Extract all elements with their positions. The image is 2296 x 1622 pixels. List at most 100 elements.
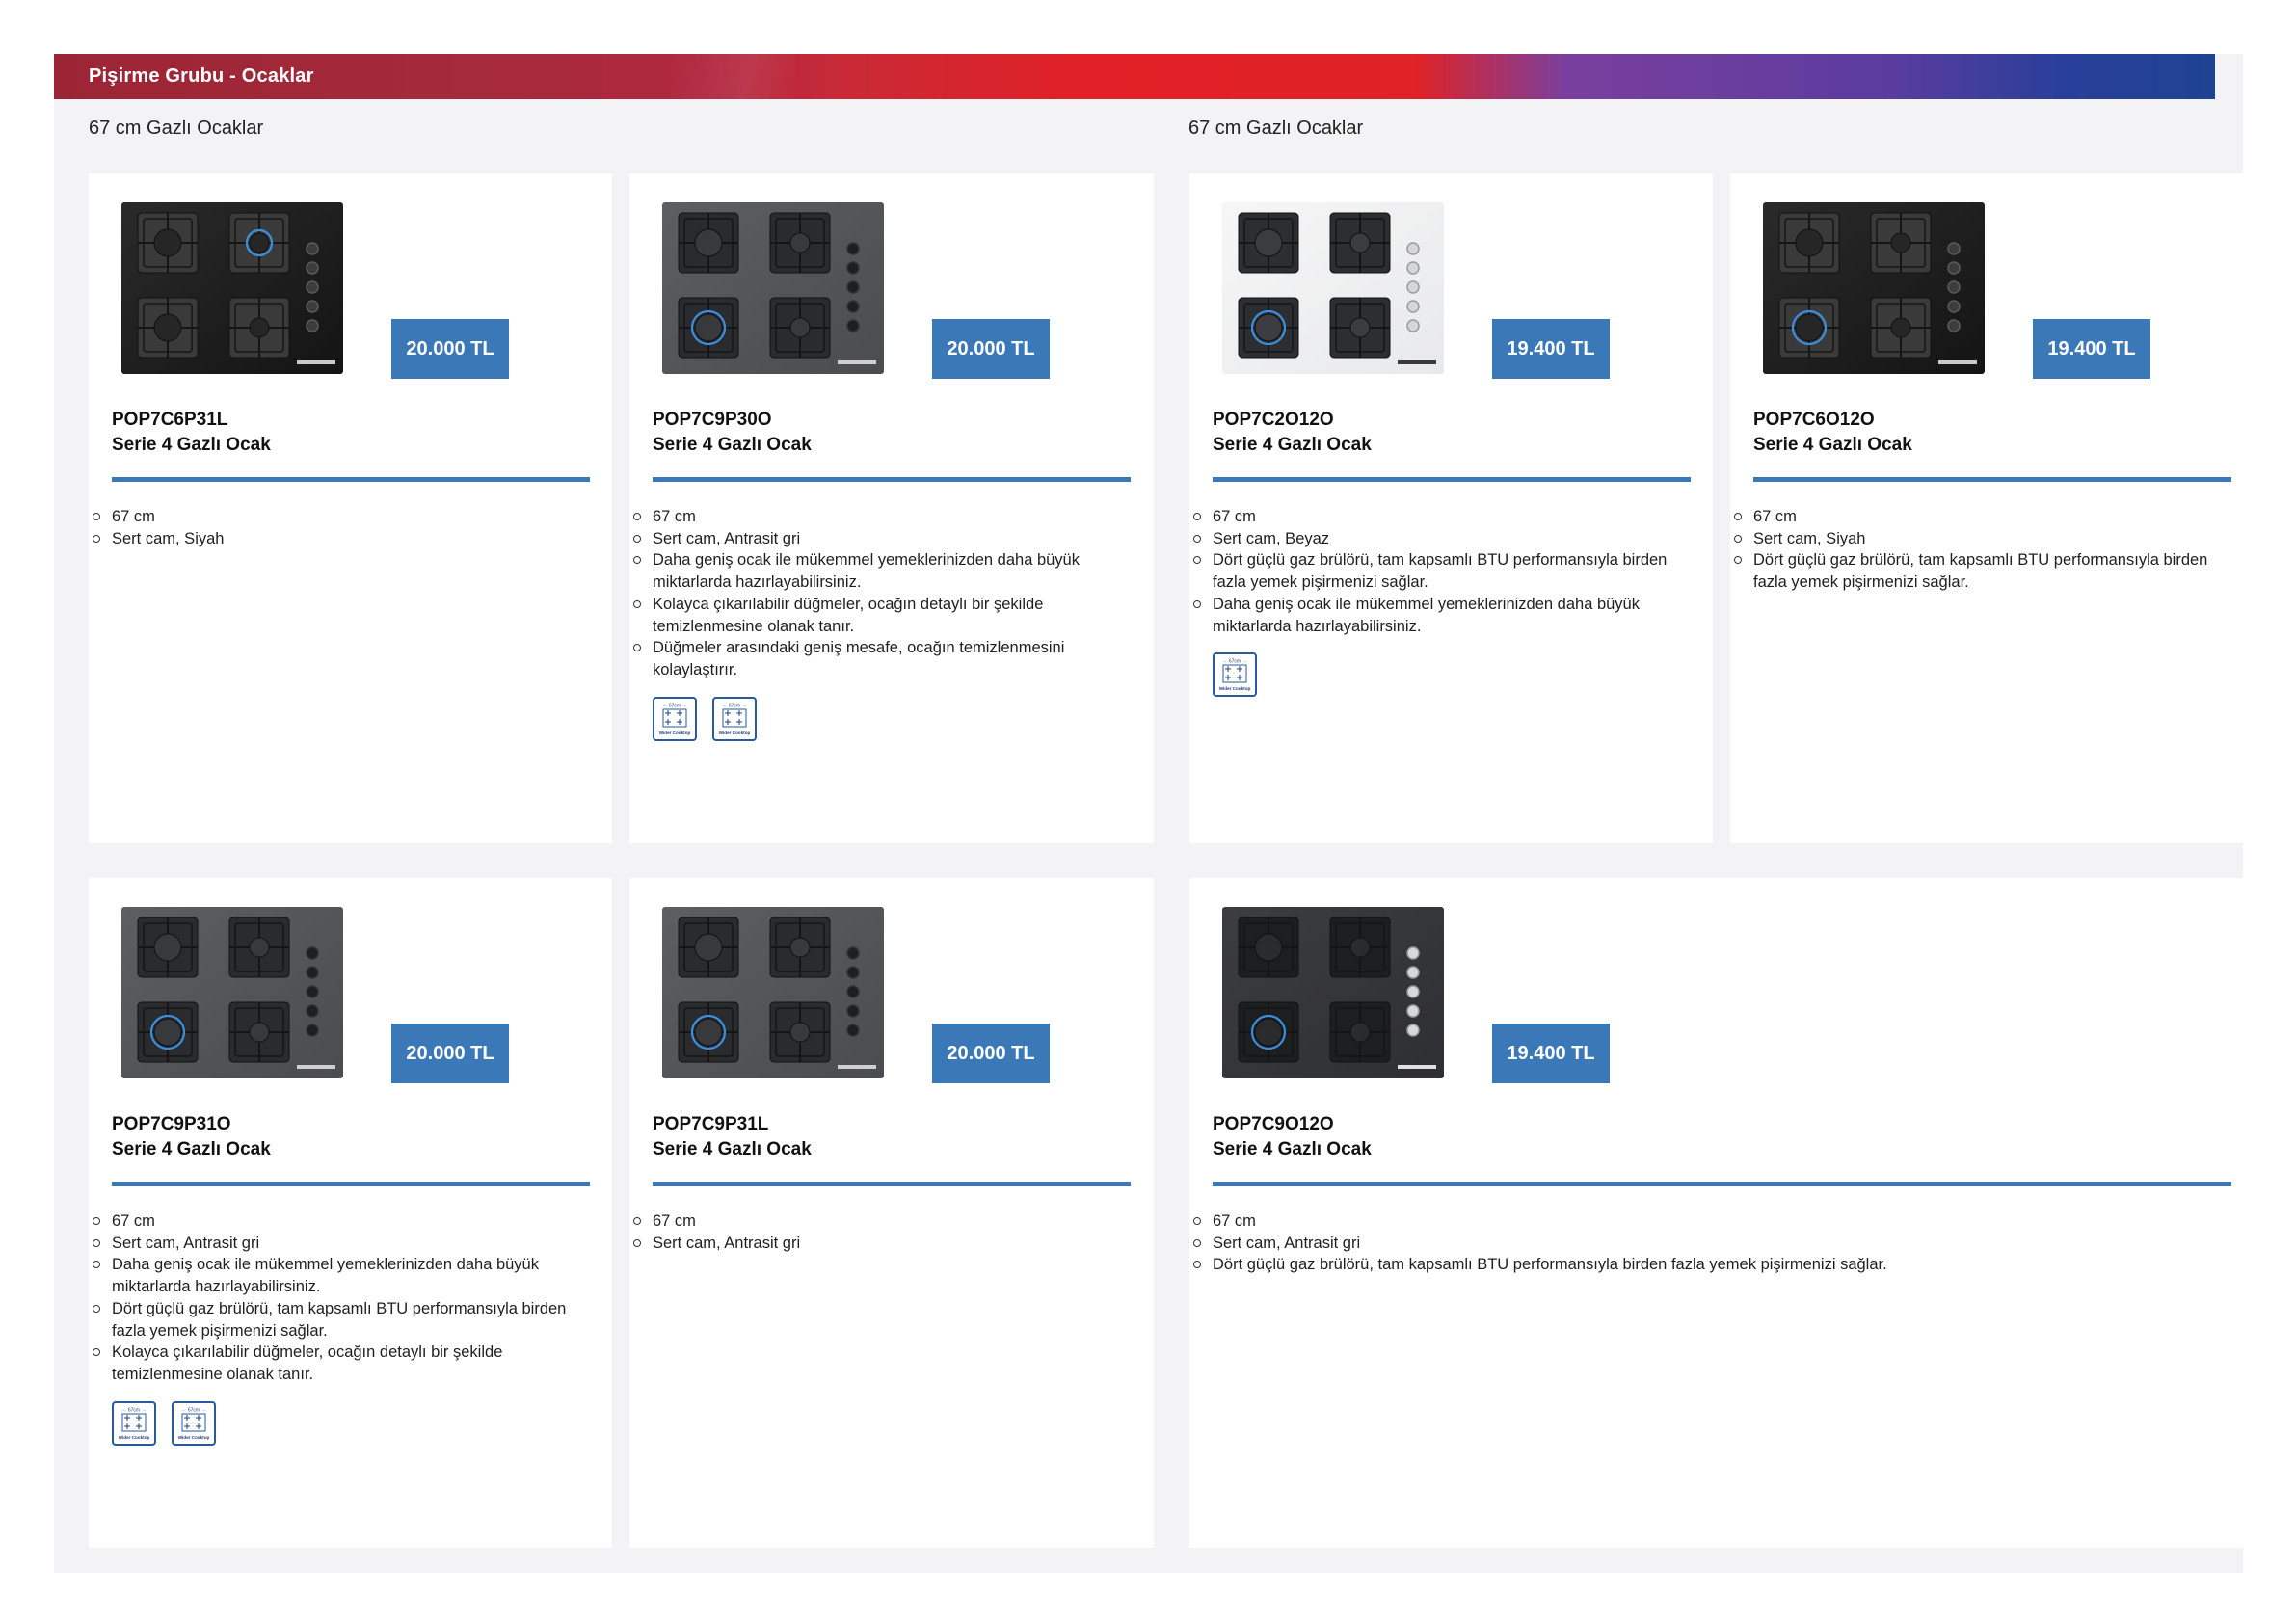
feature-list: 67 cm Sert cam, Beyaz Dört güçlü gaz brülö… (1193, 506, 1685, 637)
product-name: Serie 4 Gazlı Ocak (112, 435, 271, 455)
feature-item: 67 cm (633, 1210, 1125, 1233)
product-image[interactable] (1222, 202, 1444, 374)
svg-text:Wider Cooktop: Wider Cooktop (659, 731, 691, 735)
product-code: POP7C9P30O (653, 410, 772, 430)
wider-cooktop-icon: ← 67cm → Wider Cooktop (172, 1401, 216, 1446)
feature-list: 67 cm Sert cam, Antrasit gri Daha geniş oc… (93, 1210, 584, 1386)
feature-item: 67 cm (93, 506, 584, 528)
svg-text:← 67cm →: ← 67cm → (722, 704, 746, 709)
feature-item: Dört güçlü gaz brülörü, tam kapsamlı BTU… (1193, 1254, 2225, 1276)
svg-text:Wider Cooktop: Wider Cooktop (119, 1435, 150, 1440)
feature-item: Sert cam, Antrasit gri (1193, 1233, 2225, 1255)
feature-item: 67 cm (1193, 1210, 2225, 1233)
product-code: POP7C9O12O (1213, 1114, 1334, 1134)
divider (112, 1182, 590, 1186)
feature-list: 67 cm Sert cam, Siyah (93, 506, 584, 550)
feature-item: 67 cm (1193, 506, 1685, 528)
price-badge: 20.000 TL (391, 319, 509, 379)
feature-item: 67 cm (633, 506, 1125, 528)
product-card[interactable]: 19.400 TL POP7C2O12O Serie 4 Gazlı Ocak 67 … (1189, 173, 1713, 843)
svg-text:← 67cm →: ← 67cm → (662, 704, 686, 709)
feature-badges: ← 67cm → Wider Cooktop ← 67cm → Wider Cookt… (112, 1401, 216, 1446)
product-code: POP7C9P31O (112, 1114, 231, 1134)
feature-item: Düğmeler arasındaki geniş mesafe, ocağın… (633, 637, 1125, 680)
product-code: POP7C9P31L (653, 1114, 769, 1134)
product-title: POP7C9P31L Serie 4 Gazlı Ocak (653, 1112, 812, 1162)
feature-badges: ← 67cm → Wider Cooktop ← 67cm → Wider Cookt… (653, 697, 757, 741)
category-title: Pişirme Grubu - Ocaklar (89, 66, 314, 87)
feature-item: Daha geniş ocak ile mükemmel yemeklerini… (93, 1254, 584, 1297)
divider (1213, 1182, 2231, 1186)
feature-item: Dört güçlü gaz brülörü, tam kapsamlı BTU… (1734, 549, 2226, 593)
product-card[interactable]: 20.000 TL POP7C9P30O Serie 4 Gazlı Ocak 67 … (629, 173, 1154, 843)
product-name: Serie 4 Gazlı Ocak (112, 1139, 271, 1159)
feature-item: Sert cam, Antrasit gri (633, 528, 1125, 550)
feature-item: Sert cam, Siyah (1734, 528, 2226, 550)
product-title: POP7C6O12O Serie 4 Gazlı Ocak (1753, 408, 1912, 458)
divider (1753, 477, 2231, 482)
price-badge: 20.000 TL (932, 1024, 1050, 1083)
svg-text:Wider Cooktop: Wider Cooktop (178, 1435, 210, 1440)
divider (112, 477, 590, 482)
feature-item: Sert cam, Antrasit gri (633, 1233, 1125, 1255)
feature-list: 67 cm Sert cam, Antrasit gri Dört güçlü ga… (1193, 1210, 2225, 1276)
product-card[interactable]: 19.400 TL POP7C9O12O Serie 4 Gazlı Ocak 67 … (1189, 878, 2255, 1548)
product-title: POP7C2O12O Serie 4 Gazlı Ocak (1213, 408, 1372, 458)
feature-item: Kolayca çıkarılabilir düğmeler, ocağın d… (633, 594, 1125, 637)
svg-text:Wider Cooktop: Wider Cooktop (1219, 686, 1251, 691)
product-title: POP7C9P31O Serie 4 Gazlı Ocak (112, 1112, 271, 1162)
divider (653, 477, 1131, 482)
product-card[interactable]: 20.000 TL POP7C9P31L Serie 4 Gazlı Ocak 67 … (629, 878, 1154, 1548)
feature-item: 67 cm (93, 1210, 584, 1233)
feature-item: Sert cam, Beyaz (1193, 528, 1685, 550)
feature-list: 67 cm Sert cam, Antrasit gri (633, 1210, 1125, 1255)
divider (653, 1182, 1131, 1186)
product-code: POP7C6P31L (112, 410, 228, 430)
feature-item: 67 cm (1734, 506, 2226, 528)
product-image[interactable] (121, 202, 343, 374)
divider (1213, 477, 1691, 482)
wider-cooktop-icon: ← 67cm → Wider Cooktop (653, 697, 697, 741)
product-name: Serie 4 Gazlı Ocak (653, 435, 812, 455)
feature-item: Kolayca çıkarılabilir düğmeler, ocağın d… (93, 1342, 584, 1385)
price-badge: 19.400 TL (2033, 319, 2150, 379)
product-name: Serie 4 Gazlı Ocak (1753, 435, 1912, 455)
feature-item: Dört güçlü gaz brülörü, tam kapsamlı BTU… (93, 1298, 584, 1342)
feature-item: Daha geniş ocak ile mükemmel yemeklerini… (1193, 594, 1685, 637)
product-title: POP7C9O12O Serie 4 Gazlı Ocak (1213, 1112, 1372, 1162)
svg-text:Wider Cooktop: Wider Cooktop (719, 731, 751, 735)
product-code: POP7C6O12O (1753, 410, 1875, 430)
product-title: POP7C9P30O Serie 4 Gazlı Ocak (653, 408, 812, 458)
product-image[interactable] (662, 202, 884, 374)
category-header-bar: Pişirme Grubu - Ocaklar (54, 54, 2215, 99)
price-badge: 20.000 TL (391, 1024, 509, 1083)
price-badge: 19.400 TL (1492, 319, 1610, 379)
feature-list: 67 cm Sert cam, Antrasit gri Daha geniş oc… (633, 506, 1125, 681)
product-image[interactable] (662, 907, 884, 1078)
product-name: Serie 4 Gazlı Ocak (1213, 1139, 1372, 1159)
section-title-right: 67 cm Gazlı Ocaklar (1188, 118, 1364, 139)
svg-text:← 67cm →: ← 67cm → (121, 1408, 146, 1414)
product-image[interactable] (1763, 202, 1985, 374)
price-badge: 19.400 TL (1492, 1024, 1610, 1083)
feature-list: 67 cm Sert cam, Siyah Dört güçlü gaz brülö… (1734, 506, 2226, 594)
product-title: POP7C6P31L Serie 4 Gazlı Ocak (112, 408, 271, 458)
wider-cooktop-icon: ← 67cm → Wider Cooktop (712, 697, 757, 741)
feature-item: Sert cam, Antrasit gri (93, 1233, 584, 1255)
feature-badges: ← 67cm → Wider Cooktop (1213, 652, 1257, 697)
product-card[interactable]: 19.400 TL POP7C6O12O Serie 4 Gazlı Ocak 67 … (1730, 173, 2255, 843)
product-card[interactable]: 20.000 TL POP7C6P31L Serie 4 Gazlı Ocak 67 … (89, 173, 612, 843)
wider-cooktop-icon: ← 67cm → Wider Cooktop (1213, 652, 1257, 697)
feature-item: Dört güçlü gaz brülörü, tam kapsamlı BTU… (1193, 549, 1685, 593)
product-name: Serie 4 Gazlı Ocak (653, 1139, 812, 1159)
feature-item: Sert cam, Siyah (93, 528, 584, 550)
product-code: POP7C2O12O (1213, 410, 1334, 430)
svg-text:← 67cm →: ← 67cm → (181, 1408, 205, 1414)
feature-item: Daha geniş ocak ile mükemmel yemeklerini… (633, 549, 1125, 593)
product-image[interactable] (1222, 907, 1444, 1078)
product-image[interactable] (121, 907, 343, 1078)
product-name: Serie 4 Gazlı Ocak (1213, 435, 1372, 455)
product-card[interactable]: 20.000 TL POP7C9P31O Serie 4 Gazlı Ocak 67 … (89, 878, 612, 1548)
section-title-left: 67 cm Gazlı Ocaklar (89, 118, 264, 139)
wider-cooktop-icon: ← 67cm → Wider Cooktop (112, 1401, 156, 1446)
